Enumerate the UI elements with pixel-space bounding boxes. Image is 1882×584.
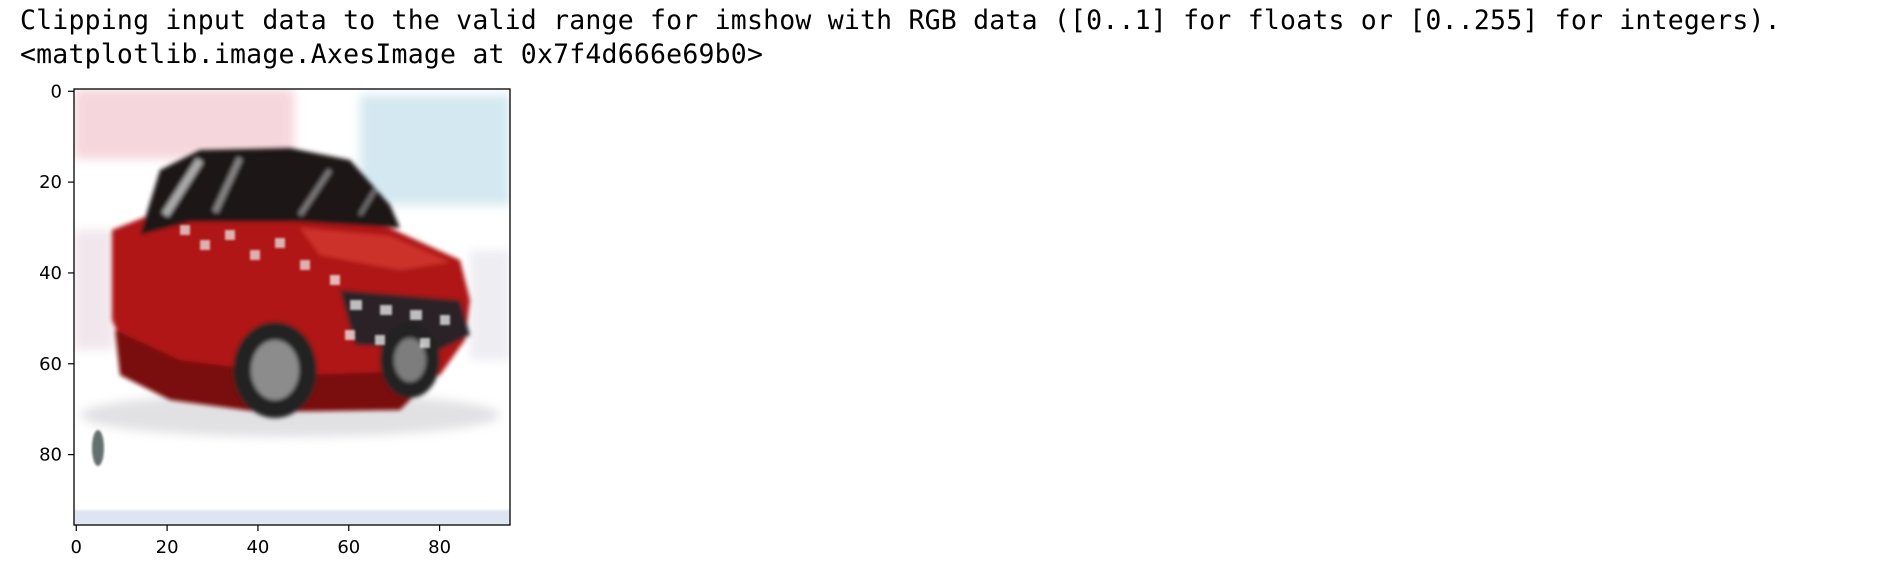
- car-image: [74, 89, 510, 525]
- imshow-figure: 0 20 40 60 80 0 20 40 60 80: [39, 81, 511, 558]
- y-tick-label: 40: [39, 263, 62, 284]
- y-tick-label: 80: [39, 445, 62, 466]
- x-tick-label: 20: [156, 537, 179, 558]
- y-tick-label: 20: [39, 172, 62, 193]
- x-tick-label: 40: [246, 537, 269, 558]
- y-tick-label: 60: [39, 354, 62, 375]
- y-tick-label: 0: [51, 81, 62, 102]
- x-tick-label: 60: [337, 537, 360, 558]
- x-tick-label: 80: [428, 537, 451, 558]
- x-tick-label: 0: [71, 537, 82, 558]
